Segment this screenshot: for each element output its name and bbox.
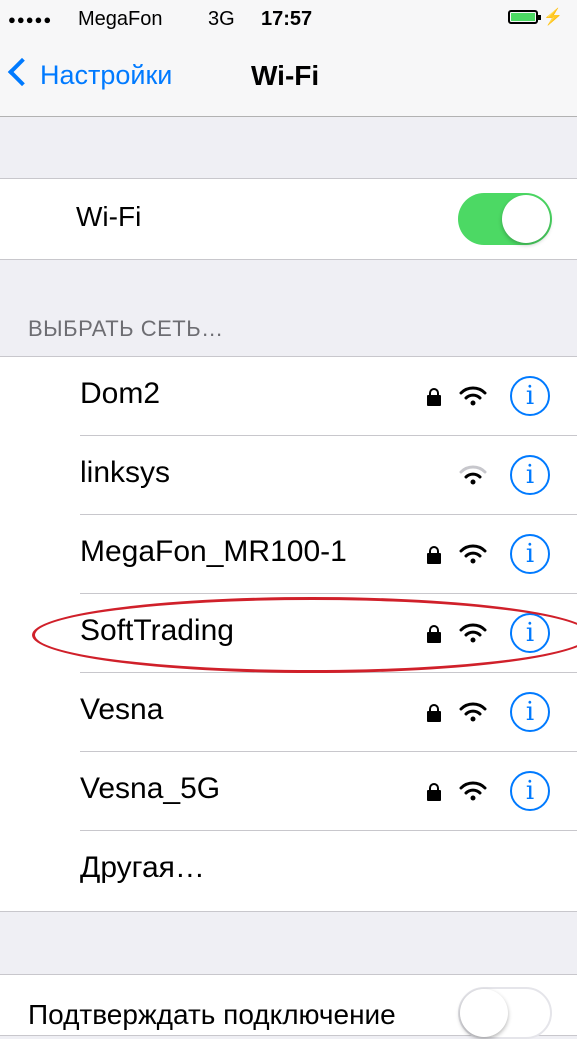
network-name: MegaFon_MR100-1 (80, 535, 347, 568)
back-button[interactable]: Настройки (7, 57, 173, 91)
back-label: Настройки (40, 60, 173, 90)
wifi-signal-icon (459, 544, 487, 564)
ask-to-join-switch[interactable] (458, 987, 552, 1039)
chevron-left-icon (7, 57, 37, 87)
network-name: Dom2 (80, 377, 161, 410)
wifi-switch[interactable] (458, 193, 552, 245)
network-row-dom2[interactable]: Dom2 i (0, 357, 577, 436)
signal-strength-icon: ●●●●● (8, 12, 53, 27)
wifi-signal-icon (459, 465, 487, 485)
info-icon[interactable]: i (510, 771, 550, 811)
other-network-row[interactable]: Другая… (0, 831, 577, 910)
carrier-name: MegaFon (78, 8, 163, 30)
network-name: linksys (80, 456, 171, 489)
wifi-signal-icon (459, 702, 487, 722)
other-network-label: Другая… (80, 851, 205, 884)
lock-icon (427, 704, 441, 722)
lock-icon (427, 783, 441, 801)
network-row-linksys[interactable]: linksys i (0, 436, 577, 515)
switch-knob (502, 195, 550, 243)
network-name: Vesna (80, 693, 164, 726)
switch-knob (460, 989, 508, 1037)
info-icon[interactable]: i (510, 455, 550, 495)
network-row-vesna[interactable]: Vesna i (0, 673, 577, 752)
wifi-toggle-row: Wi-Fi (0, 178, 577, 260)
wifi-signal-icon (459, 781, 487, 801)
wifi-label: Wi-Fi (76, 201, 142, 232)
section-header: ВЫБРАТЬ СЕТЬ… (28, 316, 224, 341)
page-title: Wi-Fi (251, 60, 320, 91)
ask-to-join-label: Подтверждать подключение (28, 999, 396, 1030)
network-type: 3G (208, 8, 235, 30)
info-icon[interactable]: i (510, 376, 550, 416)
wifi-signal-icon (459, 386, 487, 406)
bolt-icon: ⚡ (543, 9, 563, 26)
lock-icon (427, 388, 441, 406)
ask-to-join-row: Подтверждать подключение (0, 974, 577, 1039)
status-bar: ●●●●● MegaFon 3G 17:57 ⚡ (0, 0, 577, 38)
battery-icon (508, 10, 541, 24)
network-row-megafon[interactable]: MegaFon_MR100-1 i (0, 515, 577, 594)
lock-icon (427, 546, 441, 564)
network-row-vesna-5g[interactable]: Vesna_5G i (0, 752, 577, 831)
network-name: Vesna_5G (80, 772, 221, 805)
info-icon[interactable]: i (510, 692, 550, 732)
navigation-bar: Настройки Wi-Fi (0, 38, 577, 117)
clock: 17:57 (261, 8, 313, 30)
highlight-annotation (32, 597, 577, 673)
info-icon[interactable]: i (510, 534, 550, 574)
